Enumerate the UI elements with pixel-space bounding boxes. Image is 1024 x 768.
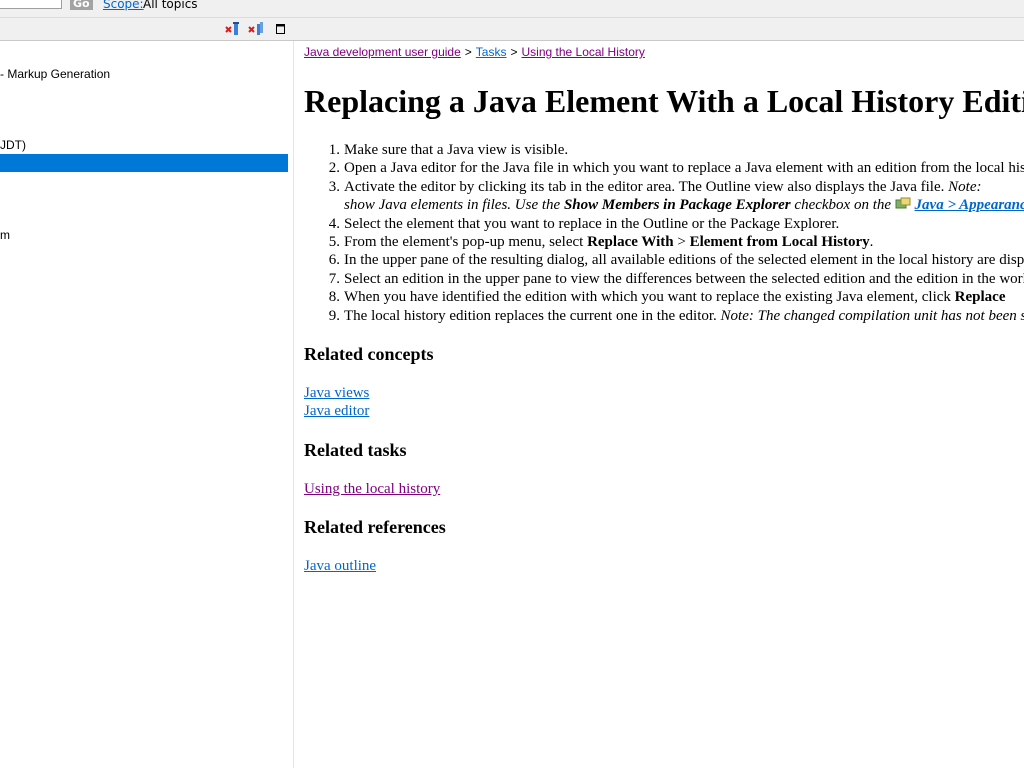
step-number: 2.: [328, 160, 340, 177]
related-task-link[interactable]: Using the local history: [304, 480, 440, 498]
step-item: 6. In the upper pane of the resulting dia…: [329, 251, 1024, 269]
search-input[interactable]: [0, 0, 62, 9]
step-note: checkbox on the: [790, 197, 895, 214]
step-number: 9.: [328, 307, 340, 324]
related-tasks-heading: Related tasks: [304, 440, 407, 460]
step-note: Note:: [948, 178, 982, 195]
toc-tree: - Markup Generation JDT) m: [0, 41, 294, 768]
breadcrumb-link[interactable]: Java development user guide: [304, 45, 461, 59]
menu-item-name: Replace With: [587, 234, 674, 251]
related-references-heading: Related references: [304, 517, 446, 537]
step-text: Select an edition in the upper pane to v…: [344, 270, 1024, 287]
steps-list: 1. Make sure that a Java view is visible.…: [304, 141, 1024, 325]
step-text-part: Activate the editor by clicking its tab …: [344, 178, 949, 195]
scope-value: All topics: [143, 0, 198, 11]
breadcrumb-link[interactable]: Using the Local History: [522, 45, 645, 59]
step-number: 4.: [328, 215, 340, 232]
step-note: Note: The changed compilation unit has n…: [720, 307, 1024, 324]
step-text-part: .: [869, 234, 874, 251]
step-text: The local history edition replaces the c…: [344, 308, 1024, 324]
step-note: show Java elements in files. Use the: [344, 197, 564, 214]
related-reference-link[interactable]: Java outline: [304, 557, 376, 575]
step-item: 5. From the element's pop-up menu, select…: [329, 233, 1024, 251]
step-text: show Java elements in files. Use the Sho…: [344, 197, 1024, 213]
toc-item[interactable]: JDT): [0, 136, 26, 154]
menu-item-name: Element from Local History: [689, 234, 870, 251]
step-item: 3. Activate the editor by clicking its ta…: [329, 178, 1024, 196]
step-item: 4. Select the element that you want to re…: [329, 215, 1024, 233]
step-text: Select the element that you want to repl…: [344, 215, 840, 232]
remove-all-icon[interactable]: [248, 21, 264, 37]
toc-item-selected[interactable]: [0, 154, 288, 172]
step-text: When you have identified the edition wit…: [344, 289, 1005, 305]
toc-item[interactable]: - Markup Generation: [0, 65, 110, 83]
step-number: 1.: [328, 142, 340, 158]
step-text-part: The local history edition replaces the c…: [344, 307, 721, 324]
step-number: 5.: [328, 234, 340, 251]
breadcrumb: Java development user guide > Tasks > Using …: [304, 45, 645, 59]
step-text: Activate the editor by clicking its tab …: [344, 179, 981, 195]
step-item: 2. Open a Java editor for the Java file i…: [329, 159, 1024, 177]
maximize-icon[interactable]: [273, 21, 289, 37]
related-concept-link[interactable]: Java views: [304, 384, 369, 402]
step-number: 6.: [328, 252, 340, 269]
java-appearance-link[interactable]: Java > Appearance: [915, 197, 1024, 213]
step-text-part: >: [673, 234, 690, 251]
remove-icon[interactable]: [224, 21, 240, 37]
step-number: 8.: [328, 289, 340, 306]
scope-link[interactable]: Scope:: [103, 0, 144, 11]
breadcrumb-separator: >: [464, 45, 472, 59]
step-text: Open a Java editor for the Java file in …: [344, 160, 1024, 177]
breadcrumb-separator: >: [510, 45, 518, 59]
related-concept-link[interactable]: Java editor: [304, 402, 369, 420]
related-concepts-heading: Related concepts: [304, 344, 434, 364]
toc-item[interactable]: m: [0, 226, 10, 244]
search-bar: Go Scope: All topics: [0, 0, 1024, 18]
step-item-continued: show Java elements in files. Use the Sho…: [344, 196, 1024, 214]
step-text-part: When you have identified the edition wit…: [344, 289, 955, 306]
content-pane: Java development user guide > Tasks > Using …: [304, 41, 1024, 768]
step-text: In the upper pane of the resulting dialo…: [344, 252, 1024, 269]
step-item: 7. Select an edition in the upper pane to…: [329, 270, 1024, 288]
step-text: Make sure that a Java view is visible.: [344, 142, 569, 158]
button-name: Replace: [954, 289, 1006, 306]
go-button[interactable]: Go: [70, 0, 93, 10]
step-text: From the element's pop-up menu, select R…: [344, 234, 873, 250]
preferences-icon: [895, 197, 911, 211]
step-number: 7.: [328, 270, 340, 287]
step-item: 8. When you have identified the edition w…: [329, 288, 1024, 306]
step-text-part: From the element's pop-up menu, select: [344, 234, 588, 251]
page-title: Replacing a Java Element With a Local Hi…: [304, 83, 1024, 119]
step-item: 9. The local history edition replaces the…: [329, 307, 1024, 325]
breadcrumb-link[interactable]: Tasks: [476, 45, 507, 59]
step-item: 1. Make sure that a Java view is visible.: [329, 141, 1024, 159]
step-number: 3.: [328, 178, 340, 195]
step-bold: Show Members in Package Explorer: [563, 197, 791, 214]
toc-toolbar: [0, 18, 1024, 41]
